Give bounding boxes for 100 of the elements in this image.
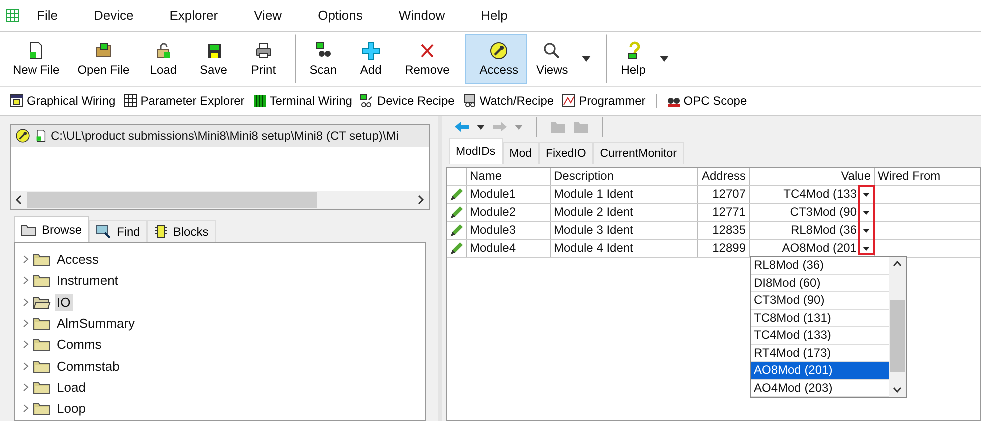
editor-tab[interactable]: ModIDs	[449, 138, 503, 164]
wrench-icon	[489, 41, 510, 61]
table-cell: Module 4 Ident	[551, 240, 698, 257]
pencil-icon	[449, 186, 464, 202]
column-header[interactable]: Address	[698, 168, 750, 185]
expand-chevron-icon[interactable]	[23, 319, 29, 328]
table-cell: Module 3 Ident	[551, 222, 698, 239]
table-cell: 12771	[698, 204, 750, 221]
tree-item[interactable]: Comms	[55, 336, 104, 354]
value-field[interactable]: AO8Mod (201	[782, 240, 857, 257]
toolbar-button[interactable]: Add	[346, 34, 396, 84]
grid-icon	[124, 94, 138, 108]
toolbar-button[interactable]: Help	[606, 34, 678, 84]
tree-item[interactable]: Commstab	[55, 358, 122, 375]
view-button[interactable]: Parameter Explorer	[120, 94, 249, 108]
expand-chevron-icon[interactable]	[23, 298, 29, 307]
table-cell: 12707	[698, 186, 750, 203]
panel-tab[interactable]: Blocks	[147, 220, 216, 242]
expand-chevron-icon[interactable]	[23, 255, 29, 264]
toolbar-button[interactable]: New File	[4, 34, 69, 84]
caret-icon	[582, 56, 592, 62]
column-header[interactable]: Name	[467, 168, 551, 185]
toolbar-button[interactable]: Views	[527, 34, 600, 84]
menu-item[interactable]: View	[254, 8, 282, 23]
tree-item[interactable]: Instrument	[55, 272, 120, 290]
menu-item[interactable]: Help	[481, 8, 508, 23]
tree-item[interactable]: Loop	[55, 400, 88, 418]
view-button[interactable]: Graphical Wiring	[6, 94, 120, 108]
caret-icon	[862, 246, 870, 250]
scroll-down-icon[interactable]	[893, 387, 902, 393]
caret-icon	[660, 56, 669, 62]
toolbar-button[interactable]: Open File	[68, 34, 139, 84]
wrench-icon	[15, 128, 31, 144]
table-cell: 12835	[698, 222, 750, 239]
trend-chart-icon	[562, 94, 576, 108]
scroll-up-icon[interactable]	[893, 261, 902, 267]
table-cell: Module3	[467, 222, 551, 239]
open-folder-icon	[33, 294, 51, 310]
folder-icon	[33, 337, 51, 352]
expand-chevron-icon[interactable]	[23, 382, 29, 392]
tree-item[interactable]: Access	[55, 251, 101, 268]
editor-tab[interactable]: FixedIO	[539, 142, 594, 164]
value-field[interactable]: RL8Mod (36	[790, 222, 857, 239]
column-header[interactable]: Description	[551, 168, 698, 185]
caret-icon[interactable]	[477, 124, 485, 130]
toolbar-button[interactable]: Scan	[294, 34, 346, 84]
folder-icon	[21, 222, 37, 236]
caret-icon	[862, 228, 870, 232]
column-header[interactable]: Wired From	[875, 168, 980, 185]
view-button[interactable]: Device Recipe	[356, 94, 459, 108]
vertical-scrollbar[interactable]	[889, 257, 906, 397]
column-header[interactable]: Value	[750, 168, 875, 185]
table-cell: Module4	[467, 240, 551, 257]
toolbar-button[interactable]: Load	[138, 34, 189, 84]
search-icon	[542, 41, 562, 61]
menu-item[interactable]: File	[37, 8, 58, 23]
view-button[interactable]: Watch/Recipe	[458, 94, 558, 108]
tree-item[interactable]: IO	[55, 294, 73, 311]
terminal-block-icon	[252, 94, 267, 108]
horizontal-scrollbar[interactable]	[11, 191, 429, 209]
expand-chevron-icon[interactable]	[23, 362, 29, 371]
toolbar-button[interactable]: Remove	[396, 34, 459, 84]
expand-chevron-icon[interactable]	[23, 276, 29, 286]
editor-tab[interactable]: CurrentMonitor	[593, 142, 684, 164]
menu-item[interactable]: Window	[398, 8, 446, 23]
editor-tab[interactable]: Mod	[502, 142, 539, 164]
panel-tab[interactable]: Find	[89, 220, 148, 242]
table-cell: Module1	[467, 186, 551, 203]
pencil-icon	[449, 222, 464, 238]
value-field[interactable]: TC4Mod (133	[784, 186, 857, 203]
value-field[interactable]: CT3Mod (90	[790, 204, 857, 221]
view-button[interactable]: Terminal Wiring	[248, 94, 356, 108]
back-arrow-icon[interactable]	[454, 121, 470, 133]
expand-chevron-icon[interactable]	[23, 340, 29, 350]
chip-icon	[154, 224, 168, 238]
view-button[interactable]: OPC Scope	[656, 94, 752, 108]
toolbar-button[interactable]: Access	[464, 34, 528, 84]
watch-icon	[462, 94, 477, 108]
table-cell: Module 1 Ident	[551, 186, 698, 203]
folder-icon	[33, 252, 51, 268]
menu-item[interactable]: Options	[318, 8, 363, 23]
folder-icon	[33, 273, 51, 288]
panel-tab[interactable]: Browse	[14, 216, 90, 242]
table-cell: Module2	[467, 204, 551, 221]
folder-icon	[33, 358, 51, 374]
caret-icon	[862, 210, 870, 214]
expand-chevron-icon[interactable]	[23, 404, 29, 414]
menu-item[interactable]: Device	[94, 8, 134, 23]
menu-item[interactable]: Explorer	[170, 8, 218, 23]
tree-item[interactable]: Load	[55, 378, 88, 396]
tree-item[interactable]: AlmSummary	[55, 315, 138, 332]
dropdown-option[interactable]: AO8Mod (201)	[751, 362, 889, 380]
caret-icon	[862, 192, 870, 196]
toolbar-button[interactable]: Save	[188, 34, 239, 84]
document-icon	[34, 128, 48, 144]
table-cell: Module 2 Ident	[551, 204, 698, 221]
app-grid-icon[interactable]	[6, 9, 19, 22]
toolbar-button[interactable]: Print	[238, 34, 289, 84]
recipe-icon	[360, 94, 374, 108]
view-button[interactable]: Programmer	[558, 94, 650, 108]
